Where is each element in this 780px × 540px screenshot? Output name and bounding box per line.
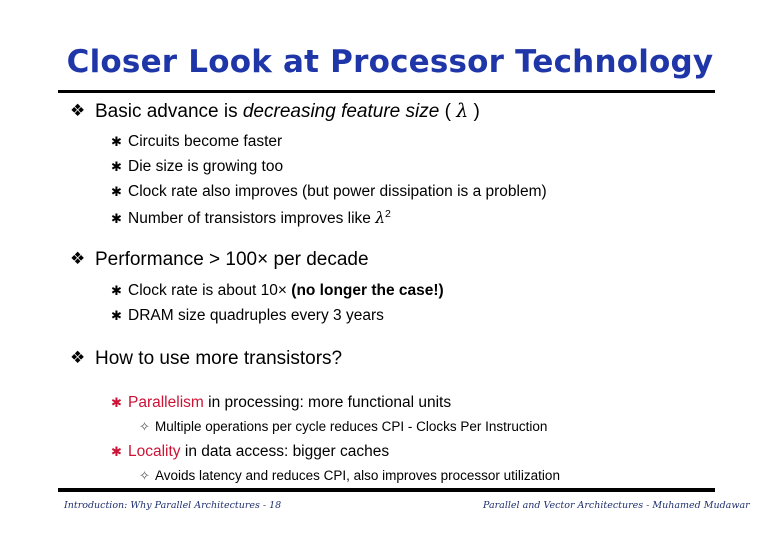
bullet-transistor-count-label: Number of transistors improves like λ2 — [128, 208, 391, 228]
bullet-dram-quadruples: ✱ DRAM size quadruples every 3 years — [0, 307, 780, 332]
bullet-avoids-latency-label: Avoids latency and reduces CPI, also imp… — [155, 468, 560, 483]
slide-canvas: { "slide": { "title": "Closer Look at Pr… — [0, 0, 780, 540]
bullet-die-size: ✱ Die size is growing too — [0, 158, 780, 183]
bullet-clock-rate-10x-label: Clock rate is about 10× (no longer the c… — [128, 282, 444, 300]
bullet-multiple-operations-cpi-label: Multiple operations per cycle reduces CP… — [155, 419, 547, 434]
bullet-level-2-icon: ✱ — [111, 135, 122, 150]
bullet-dram-quadruples-seg-0: DRAM size quadruples every 3 years — [128, 307, 384, 324]
bullet-clock-rate-improves-seg-0: Clock rate also improves (but power diss… — [128, 183, 547, 200]
bullet-level-2-icon: ✱ — [111, 445, 122, 460]
bullet-basic-advance-seg-4: ) — [468, 101, 480, 122]
bullet-level-2-icon: ✱ — [111, 185, 122, 200]
bullet-parallelism-seg-0: Parallelism — [128, 394, 204, 411]
bullet-basic-advance-seg-2: ( — [439, 101, 457, 122]
bullet-multiple-operations-cpi-seg-0: Multiple operations per cycle reduces CP… — [155, 419, 548, 434]
bullet-locality-seg-1: in data access: bigger caches — [180, 443, 390, 460]
bullet-level-3-icon: ✧ — [139, 420, 150, 435]
bullet-transistor-count-seg-0: Number of transistors improves like — [128, 210, 376, 228]
bullet-level-2-icon: ✱ — [111, 212, 122, 228]
title-divider — [58, 90, 715, 93]
bullet-basic-advance-label: Basic advance is decreasing feature size… — [95, 100, 480, 123]
footer-divider — [58, 488, 715, 492]
bullet-parallelism-label: Parallelism in processing: more function… — [128, 394, 451, 412]
bullet-circuits-faster-label: Circuits become faster — [128, 133, 282, 151]
bullet-multiple-operations-cpi: ✧ Multiple operations per cycle reduces C… — [0, 419, 780, 443]
bullet-level-1-icon: ❖ — [70, 348, 86, 368]
bullet-transistor-count-seg-1: λ — [375, 209, 386, 228]
bullet-locality-label: Locality in data access: bigger caches — [128, 443, 389, 461]
footer-right-text: Parallel and Vector Architectures - Muha… — [483, 500, 750, 511]
bullet-performance-per-decade: ❖ Performance > 100× per decade — [0, 249, 780, 282]
bullet-level-1-icon: ❖ — [70, 249, 86, 269]
bullet-circuits-faster: ✱ Circuits become faster — [0, 133, 780, 158]
bullet-level-2-icon: ✱ — [111, 284, 122, 299]
bullet-basic-advance: ❖ Basic advance is decreasing feature siz… — [0, 100, 780, 133]
bullet-basic-advance-seg-1: decreasing feature size — [242, 101, 440, 122]
bullet-dram-quadruples-label: DRAM size quadruples every 3 years — [128, 307, 384, 325]
bullet-locality: ✱ Locality in data access: bigger caches — [0, 443, 780, 468]
bullet-level-2-icon: ✱ — [111, 396, 122, 411]
bullet-basic-advance-seg-3: λ — [456, 100, 469, 122]
bullet-clock-rate-10x: ✱ Clock rate is about 10× (no longer the … — [0, 282, 780, 307]
bullet-level-1-icon: ❖ — [70, 101, 86, 121]
bullet-clock-rate-improves: ✱ Clock rate also improves (but power dis… — [0, 183, 780, 208]
bullet-level-3-icon: ✧ — [139, 469, 150, 484]
bullet-avoids-latency-seg-0: Avoids latency and reduces CPI, also imp… — [155, 468, 560, 483]
bullet-transistor-count-seg-2: 2 — [385, 208, 391, 220]
bullet-circuits-faster-seg-0: Circuits become faster — [128, 133, 283, 150]
bullet-how-to-use-transistors-label: How to use more transistors? — [95, 348, 342, 370]
bullet-die-size-seg-0: Die size is growing too — [128, 158, 284, 175]
bullet-clock-rate-10x-seg-1: (no longer the case!) — [291, 282, 444, 299]
bullet-clock-rate-10x-seg-0: Clock rate is about 10× — [128, 282, 292, 299]
bullet-basic-advance-seg-0: Basic advance is — [95, 101, 243, 122]
bullet-how-to-use-transistors: ❖ How to use more transistors? — [0, 348, 780, 381]
bullet-transistor-count: ✱ Number of transistors improves like λ2 — [0, 208, 780, 233]
bullet-performance-per-decade-label: Performance > 100× per decade — [95, 249, 369, 271]
bullet-parallelism: ✱ Parallelism in processing: more functio… — [0, 394, 780, 419]
bullet-level-2-icon: ✱ — [111, 160, 122, 175]
bullet-how-to-use-transistors-seg-0: How to use more transistors? — [95, 348, 343, 369]
bullet-level-2-icon: ✱ — [111, 309, 122, 324]
bullet-performance-per-decade-seg-0: Performance > 100× per decade — [95, 249, 369, 270]
bullet-die-size-label: Die size is growing too — [128, 158, 283, 176]
footer-left-text: Introduction: Why Parallel Architectures… — [64, 500, 282, 511]
page-title: Closer Look at Processor Technology — [66, 44, 714, 80]
bullet-parallelism-seg-1: in processing: more functional units — [203, 394, 452, 411]
bullet-locality-seg-0: Locality — [128, 443, 181, 460]
slide-body: ❖ Basic advance is decreasing feature siz… — [0, 100, 780, 492]
bullet-clock-rate-improves-label: Clock rate also improves (but power diss… — [128, 183, 547, 201]
